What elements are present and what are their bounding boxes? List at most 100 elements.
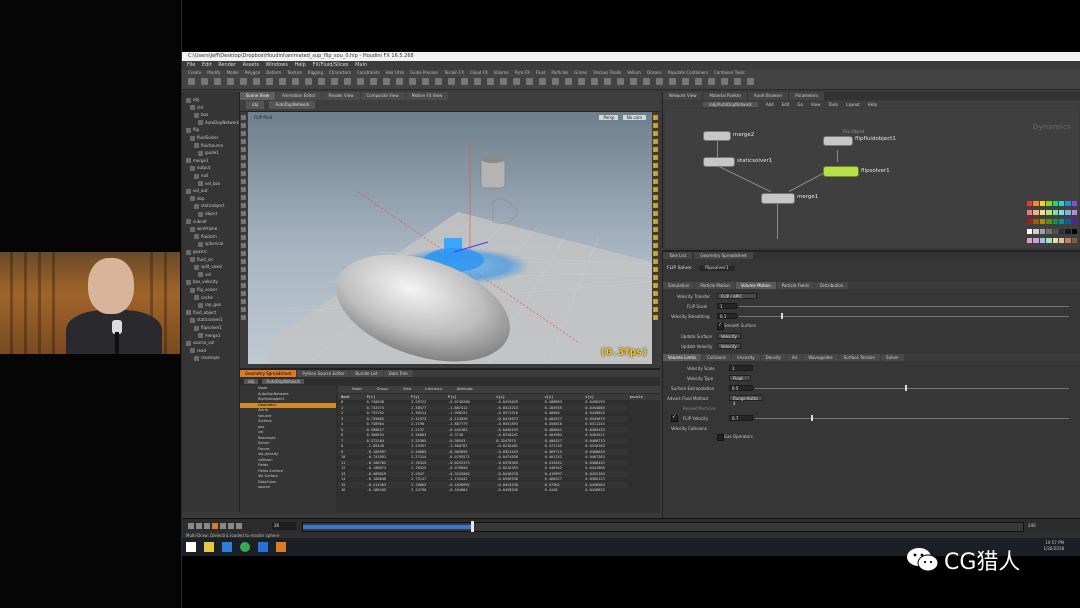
display-option-icon[interactable] [653,227,658,232]
color-swatch[interactable] [1052,210,1058,216]
shelf-tool-icon[interactable] [682,78,689,85]
tree-item[interactable]: spherical [198,240,223,247]
params-tab[interactable]: Distribution [815,282,849,289]
shelf-tool-icon[interactable] [396,78,403,85]
shelf-tool-icon[interactable] [708,78,715,85]
menu-windows[interactable]: Windows [266,62,288,68]
surface-extrapolation-knob[interactable] [905,385,907,391]
shelf-tab[interactable]: Volume [494,70,509,75]
shelf-tab[interactable]: Guide Process [410,70,438,75]
network-menu-item[interactable]: Layout [846,102,860,107]
display-option-icon[interactable] [653,115,658,120]
play-button[interactable] [220,523,226,529]
color-swatch[interactable] [1027,210,1033,216]
viewport-tool-icon[interactable] [241,179,246,184]
shelf-tab[interactable]: Create [188,70,201,75]
params-tab[interactable]: Particle Fields [776,282,815,289]
step-back-button[interactable] [196,523,202,529]
display-option-icon[interactable] [653,315,658,320]
3d-viewport[interactable]: FLIP fluid Persp No cam (0.3fps) [248,112,652,364]
viewport-tool-icon[interactable] [241,227,246,232]
tree-item[interactable]: flipsolver1 [194,324,222,331]
network-menu-item[interactable]: Add [766,102,774,107]
color-swatch[interactable] [1033,210,1039,216]
shelf-tab[interactable]: Grains [574,70,587,75]
viewport-tab[interactable]: Scene View [240,92,275,100]
color-swatch[interactable] [1058,228,1065,234]
flip-velocity-slider[interactable] [755,418,1069,419]
viewport-tool-icon[interactable] [241,291,246,296]
shelf-tool-icon[interactable] [435,78,442,85]
color-swatch[interactable] [1033,201,1039,206]
end-frame[interactable]: 240 [1028,522,1036,530]
main-menu[interactable]: Main [355,62,367,68]
shelf-tool-icon[interactable] [656,78,663,85]
viewport-tool-icon[interactable] [241,283,246,288]
display-option-icon[interactable] [653,243,658,248]
display-option-icon[interactable] [653,179,658,184]
flip-velocity-checkbox[interactable] [671,414,678,422]
node-name[interactable]: flipsolver1 [699,266,735,271]
data-tree-item[interactable]: source [240,485,336,491]
tree-item[interactable]: goalsrc [186,248,207,255]
shelf-tool-icon[interactable] [604,78,611,85]
color-swatch[interactable] [1052,228,1058,234]
params-subtab[interactable]: Viscosity [732,354,760,361]
timeline-slider[interactable] [302,521,1024,533]
network-menu-item[interactable]: Tools [828,102,838,107]
shelf-tab[interactable]: Model [227,70,239,75]
node-graph[interactable]: Dynamics merge2 staticsolver1 Flip Objec… [665,109,1079,248]
display-option-icon[interactable] [653,139,658,144]
shelf-tool-icon[interactable] [266,78,273,85]
tree-item[interactable]: cache [194,294,213,301]
node-merge1[interactable] [761,193,795,204]
params-subtab[interactable]: Air [786,354,803,361]
jump-start-button[interactable] [188,523,194,529]
color-swatch[interactable] [1027,219,1033,225]
shelf-tool-icon[interactable] [591,78,598,85]
tree-item[interactable]: merge1 [198,332,220,339]
node-flipsolver1[interactable] [823,166,859,177]
tree-item[interactable]: flip_solver [190,286,217,293]
shelf-tool-icon[interactable] [383,78,390,85]
tree-item[interactable]: subnet [186,218,207,225]
shelf-tab[interactable]: Cloud FX [470,70,488,75]
viewport-tool-icon[interactable] [241,259,246,264]
shelf-tool-icon[interactable] [513,78,520,85]
app-icon[interactable] [222,542,232,552]
display-option-icon[interactable] [653,307,658,312]
network-menu-item[interactable]: Help [868,102,877,107]
chrome-icon[interactable] [240,542,250,552]
shelf-tool-icon[interactable] [344,78,351,85]
path-obj[interactable]: obj [246,101,265,109]
network-menu-item[interactable]: View [811,102,821,107]
velocity-type-menu[interactable]: Float [729,375,751,381]
viewport-tool-icon[interactable] [241,139,246,144]
shelf-tool-icon[interactable] [552,78,559,85]
tree-item[interactable]: merge1 [186,157,208,164]
spreadsheet-tab[interactable]: Data Tree [383,370,413,377]
shelf-tab[interactable]: Populate Containers [668,70,708,75]
shelf-tool-icon[interactable] [747,78,754,85]
color-swatch[interactable] [1027,228,1033,234]
viewport-tool-icon[interactable] [241,187,246,192]
shelf-tab[interactable]: Characters [329,70,351,75]
color-swatch[interactable] [1039,219,1046,225]
file-explorer-icon[interactable] [204,542,214,552]
color-swatch[interactable] [1071,228,1077,234]
shelf-tool-icon[interactable] [461,78,468,85]
shelf-tool-icon[interactable] [448,78,455,85]
params-subtab[interactable]: Density [760,354,786,361]
shelf-tab[interactable]: Vellum [627,70,641,75]
viewport-tab[interactable]: Composite View [360,92,405,100]
shelf-tool-icon[interactable] [318,78,325,85]
houdini-taskbar-icon[interactable] [276,542,286,552]
tree-item[interactable]: box_velocity [186,278,218,285]
viewport-tab[interactable]: Animation Editor [275,92,322,100]
shelf-tool-icon[interactable] [474,78,481,85]
shelf-tool-icon[interactable] [240,78,247,85]
color-palette[interactable] [1027,201,1077,246]
shelf-tool-icon[interactable] [409,78,416,85]
shelf-tool-icon[interactable] [487,78,494,85]
color-swatch[interactable] [1033,237,1039,243]
